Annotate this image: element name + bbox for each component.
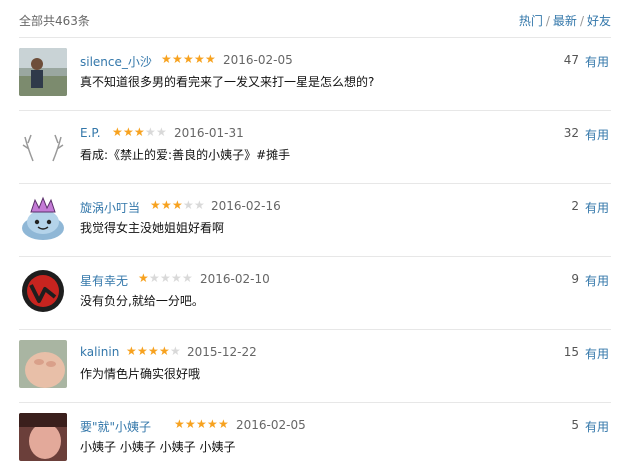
- user-avatar[interactable]: [19, 48, 67, 96]
- rating-stars: ★★★★★: [138, 271, 193, 285]
- vote-count: 9: [571, 272, 579, 286]
- comment-text: 真不知道很多男的看完来了一发又来打一星是怎么想的?: [80, 75, 375, 89]
- user-avatar[interactable]: [19, 121, 67, 169]
- star-filled-icon: ★: [172, 198, 183, 212]
- comment-text: 作为情色片确实很好哦: [80, 367, 201, 381]
- comment-date: 2016-01-31: [174, 126, 244, 140]
- divider: [19, 37, 611, 38]
- star-empty-icon: ★: [171, 271, 182, 285]
- avatar-photo: [19, 48, 67, 96]
- comment-date: 2015-12-22: [187, 345, 257, 359]
- star-empty-icon: ★: [194, 198, 205, 212]
- comment-date: 2016-02-05: [223, 53, 293, 67]
- star-filled-icon: ★: [134, 125, 145, 139]
- comment-text: 小姨子 小姨子 小姨子 小姨子: [80, 440, 236, 454]
- star-filled-icon: ★: [196, 417, 207, 431]
- comment-text: 没有负分,就给一分吧。: [80, 294, 204, 308]
- star-empty-icon: ★: [182, 271, 193, 285]
- star-filled-icon: ★: [150, 198, 161, 212]
- star-empty-icon: ★: [145, 125, 156, 139]
- vote-count: 47: [563, 53, 579, 67]
- comment-text: 我觉得女主没她姐姐好看啊: [80, 221, 225, 235]
- sort-options: 热门 / 最新 / 好友: [519, 12, 611, 29]
- sort-separator: /: [579, 14, 584, 28]
- user-avatar[interactable]: [19, 413, 67, 461]
- star-filled-icon: ★: [159, 344, 170, 358]
- star-empty-icon: ★: [149, 271, 160, 285]
- divider: [19, 402, 611, 403]
- comment-text: 看成:《禁止的爱:善良的小姨子》#摊手: [80, 148, 291, 162]
- star-filled-icon: ★: [218, 417, 229, 431]
- avatar-photo: [19, 413, 67, 461]
- rating-stars: ★★★★★: [174, 417, 229, 431]
- rating-stars: ★★★★★: [112, 125, 167, 139]
- rating-stars: ★★★★★: [126, 344, 181, 358]
- user-avatar[interactable]: [19, 194, 67, 242]
- sort-latest-link[interactable]: 最新: [553, 14, 577, 28]
- rating-stars: ★★★★★: [161, 52, 216, 66]
- comment-date: 2016-02-16: [211, 199, 281, 213]
- useful-button[interactable]: 有用: [585, 126, 609, 143]
- vote-count: 15: [563, 345, 579, 359]
- star-filled-icon: ★: [123, 125, 134, 139]
- star-filled-icon: ★: [161, 52, 172, 66]
- star-filled-icon: ★: [112, 125, 123, 139]
- antlers-icon: [19, 121, 67, 169]
- useful-button[interactable]: 有用: [585, 199, 609, 216]
- sort-hot-link[interactable]: 热门: [519, 14, 543, 28]
- divider: [19, 110, 611, 111]
- star-filled-icon: ★: [205, 52, 216, 66]
- comment-date: 2016-02-10: [200, 272, 270, 286]
- vote-count: 32: [563, 126, 579, 140]
- username-link[interactable]: silence_小沙: [80, 53, 152, 70]
- star-empty-icon: ★: [170, 344, 181, 358]
- total-count: 全部共463条: [19, 14, 90, 28]
- sort-friends-link[interactable]: 好友: [587, 14, 611, 28]
- username-link[interactable]: kalinin: [80, 345, 119, 359]
- star-empty-icon: ★: [183, 198, 194, 212]
- divider: [19, 256, 611, 257]
- star-filled-icon: ★: [148, 344, 159, 358]
- comment-item: 要"就"小姨子 ★★★★★ 2016-02-05 小姨子 小姨子 小姨子 小姨子…: [19, 413, 611, 473]
- slime-king-icon: [19, 194, 67, 242]
- useful-button[interactable]: 有用: [585, 418, 609, 435]
- star-filled-icon: ★: [183, 52, 194, 66]
- comment-date: 2016-02-05: [236, 418, 306, 432]
- star-filled-icon: ★: [126, 344, 137, 358]
- username-link[interactable]: E.P.: [80, 126, 101, 140]
- rating-stars: ★★★★★: [150, 198, 205, 212]
- star-filled-icon: ★: [185, 417, 196, 431]
- star-filled-icon: ★: [138, 271, 149, 285]
- comments-header: 全部共463条 热门 / 最新 / 好友: [19, 12, 611, 28]
- user-avatar[interactable]: [19, 267, 67, 315]
- username-link[interactable]: 旋涡小叮当: [80, 199, 140, 216]
- star-filled-icon: ★: [194, 52, 205, 66]
- useful-button[interactable]: 有用: [585, 272, 609, 289]
- star-filled-icon: ★: [174, 417, 185, 431]
- divider: [19, 329, 611, 330]
- star-filled-icon: ★: [172, 52, 183, 66]
- star-filled-icon: ★: [137, 344, 148, 358]
- useful-button[interactable]: 有用: [585, 345, 609, 362]
- star-filled-icon: ★: [207, 417, 218, 431]
- avatar-photo: [19, 340, 67, 388]
- sort-separator: /: [545, 14, 550, 28]
- username-link[interactable]: 星有幸无: [80, 272, 128, 289]
- username-link[interactable]: 要"就"小姨子: [80, 418, 151, 435]
- star-empty-icon: ★: [160, 271, 171, 285]
- star-filled-icon: ★: [161, 198, 172, 212]
- useful-button[interactable]: 有用: [585, 53, 609, 70]
- vote-count: 5: [571, 418, 579, 432]
- user-avatar[interactable]: [19, 340, 67, 388]
- star-empty-icon: ★: [156, 125, 167, 139]
- red-circle-logo-icon: [19, 267, 67, 315]
- vote-count: 2: [571, 199, 579, 213]
- divider: [19, 183, 611, 184]
